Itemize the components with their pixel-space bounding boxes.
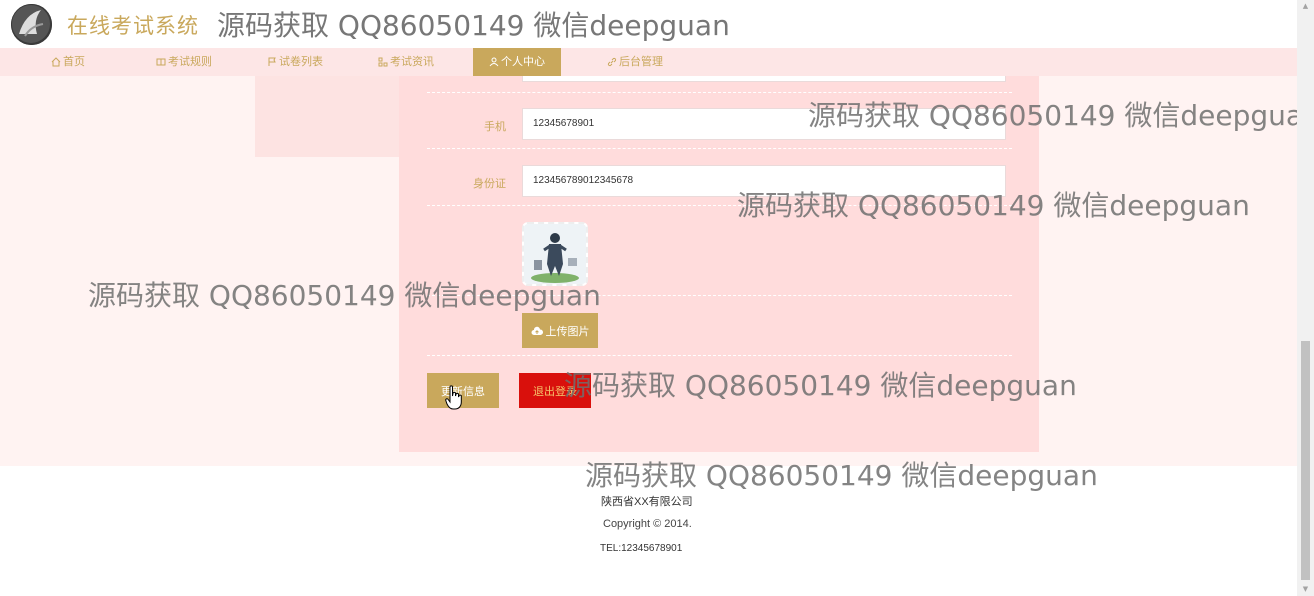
phone-input[interactable]: 12345678901 [522, 108, 1006, 140]
side-panel [255, 76, 405, 157]
divider [427, 205, 1012, 206]
divider [427, 92, 1012, 93]
news-icon [378, 57, 388, 67]
hand-cursor-icon [445, 385, 462, 410]
nav-label: 试卷列表 [279, 56, 323, 68]
nav-item-personal-center[interactable]: 个人中心 [473, 48, 561, 76]
footer-tel: TEL:12345678901 [600, 543, 683, 554]
main-nav: 首页 考试规则 试卷列表 考试资讯 个人中心 后台管理 [0, 48, 1297, 76]
update-info-button[interactable]: 更新信息 [427, 373, 499, 408]
divider [427, 295, 1012, 296]
nav-label: 考试规则 [168, 56, 212, 68]
scroll-down-arrow-icon[interactable]: ▼ [1301, 585, 1310, 593]
upload-image-button[interactable]: 上传图片 [522, 313, 598, 348]
flag-icon [268, 57, 276, 66]
book-icon [156, 58, 166, 66]
site-title: 在线考试系统 [67, 14, 199, 38]
site-header: 在线考试系统 [0, 0, 1297, 48]
idcard-label: 身份证 [473, 178, 506, 190]
nav-label: 后台管理 [619, 56, 663, 68]
scroll-thumb[interactable] [1301, 341, 1310, 580]
scroll-up-arrow-icon[interactable]: ▲ [1301, 2, 1310, 10]
divider [427, 355, 1012, 356]
nav-item-home[interactable]: 首页 [51, 48, 85, 76]
upload-image-label: 上传图片 [545, 325, 590, 338]
avatar-image [524, 224, 586, 284]
nav-item-admin[interactable]: 后台管理 [607, 48, 663, 76]
vertical-scrollbar[interactable]: ▲ ▼ [1297, 0, 1314, 596]
home-icon [51, 57, 61, 67]
logout-button[interactable]: 退出登录 [519, 373, 591, 408]
footer-company: 陕西省XX有限公司 [601, 496, 693, 508]
nav-item-exam-news[interactable]: 考试资讯 [378, 48, 434, 76]
nav-item-exam-rules[interactable]: 考试规则 [156, 48, 212, 76]
link-icon [607, 57, 617, 67]
nav-label: 首页 [63, 56, 85, 68]
cloud-upload-icon [531, 326, 543, 335]
logout-label: 退出登录 [533, 385, 577, 398]
phone-label: 手机 [484, 121, 506, 133]
nav-label: 考试资讯 [390, 56, 434, 68]
user-icon [489, 57, 499, 67]
idcard-input[interactable]: 123456789012345678 [522, 165, 1006, 197]
footer-copyright: Copyright © 2014. [603, 518, 692, 530]
divider [427, 148, 1012, 149]
avatar-preview[interactable] [522, 222, 588, 286]
nav-label: 个人中心 [501, 56, 545, 68]
site-logo[interactable] [11, 4, 52, 45]
nav-item-paper-list[interactable]: 试卷列表 [267, 48, 323, 76]
field-input-partial[interactable] [522, 76, 1006, 82]
